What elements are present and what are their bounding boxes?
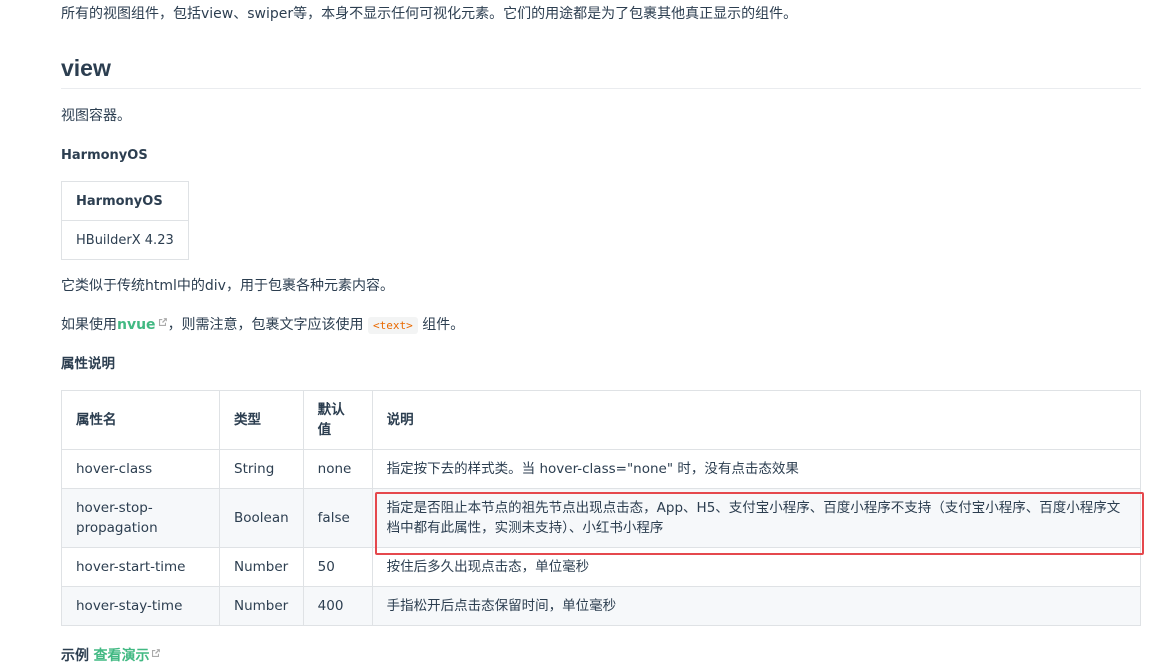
- attr-desc: 指定按下去的样式类。当 hover-class="none" 时，没有点击态效果: [371, 449, 1142, 489]
- platform-table: HarmonyOS HBuilderX 4.23: [61, 181, 189, 260]
- example-line: 示例 查看演示: [61, 646, 161, 666]
- view-demo-link[interactable]: 查看演示: [93, 648, 161, 664]
- header-default: 默认值: [302, 390, 373, 450]
- header-name: 属性名: [61, 390, 220, 450]
- attr-name: hover-start-time: [61, 547, 220, 587]
- header-type: 类型: [219, 390, 304, 450]
- attr-table: 属性名 类型 默认值 说明 hover-class String none 指定…: [61, 390, 1142, 626]
- attr-default: 50: [302, 547, 373, 587]
- platform-table-value: HBuilderX 4.23: [61, 220, 189, 260]
- attr-default: 400: [302, 586, 373, 626]
- nvue-link[interactable]: nvue: [117, 317, 168, 333]
- attr-default: none: [302, 449, 373, 489]
- attr-desc: 手指松开后点击态保留时间，单位毫秒: [371, 586, 1142, 626]
- table-row: hover-start-time Number 50 按住后多久出现点击态，单位…: [61, 547, 1142, 587]
- table-row: hover-stop-propagation Boolean false 指定是…: [61, 488, 1142, 548]
- table-row: hover-stay-time Number 400 手指松开后点击态保留时间，…: [61, 586, 1142, 626]
- nvue-note-prefix: 如果使用: [61, 317, 117, 333]
- attr-desc: 按住后多久出现点击态，单位毫秒: [371, 547, 1142, 587]
- attr-type: Number: [219, 586, 304, 626]
- attr-type: Number: [219, 547, 304, 587]
- example-label: 示例: [61, 648, 89, 664]
- platform-heading: HarmonyOS: [61, 148, 148, 163]
- header-desc: 说明: [371, 390, 1142, 450]
- view-description: 视图容器。: [61, 108, 131, 124]
- text-component-code: <text>: [368, 317, 418, 334]
- intro-text: 所有的视图组件，包括view、swiper等，本身不显示任何可视化元素。它们的用…: [61, 6, 798, 22]
- attr-desc: 指定是否阻止本节点的祖先节点出现点击态，App、H5、支付宝小程序、百度小程序不…: [371, 488, 1142, 548]
- external-link-icon: [152, 649, 161, 658]
- attr-heading: 属性说明: [61, 356, 115, 372]
- attr-name: hover-class: [61, 449, 220, 489]
- attr-type: String: [219, 449, 304, 489]
- attr-default: false: [302, 488, 373, 548]
- external-link-icon: [158, 318, 167, 327]
- nvue-note: 如果使用nvue ，则需注意，包裹文字应该使用 <text> 组件。: [61, 315, 464, 336]
- nvue-note-suffix: 组件。: [422, 317, 465, 333]
- attr-type: Boolean: [219, 488, 304, 548]
- attr-name: hover-stay-time: [61, 586, 220, 626]
- table-row: hover-class String none 指定按下去的样式类。当 hove…: [61, 449, 1142, 489]
- div-description: 它类似于传统html中的div，用于包裹各种元素内容。: [61, 278, 394, 294]
- attr-name: hover-stop-propagation: [61, 488, 220, 548]
- nvue-note-middle: ，则需注意，包裹文字应该使用: [167, 317, 364, 333]
- platform-table-header: HarmonyOS: [61, 181, 189, 221]
- attr-table-header-row: 属性名 类型 默认值 说明: [61, 390, 1142, 450]
- section-title-view: view: [61, 54, 1141, 89]
